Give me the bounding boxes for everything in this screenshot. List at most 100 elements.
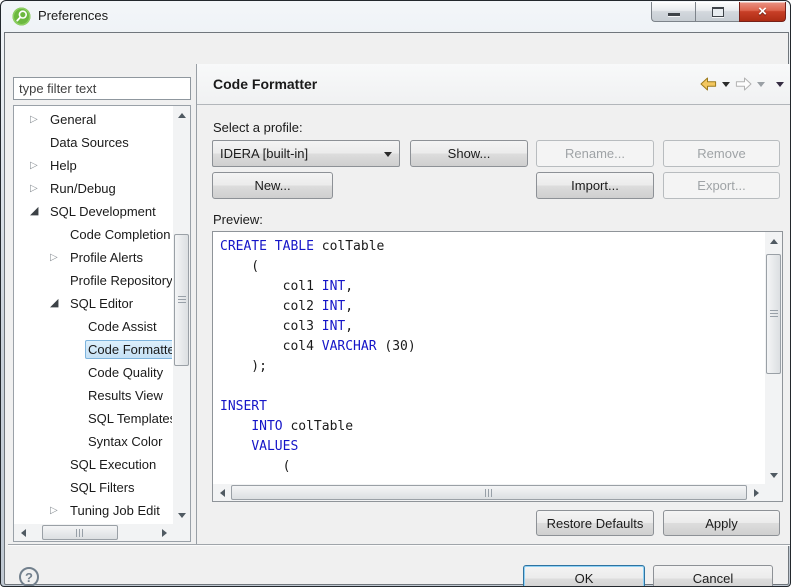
titlebar[interactable]: Preferences × xyxy=(1,1,790,32)
preview-vscroll-thumb[interactable] xyxy=(766,254,781,374)
tree-item-sql-execution[interactable]: SQL Execution xyxy=(15,453,172,476)
tree-vertical-scrollbar[interactable] xyxy=(173,106,190,524)
tree-item-code-assist[interactable]: Code Assist xyxy=(15,315,172,338)
apply-button[interactable]: Apply xyxy=(663,510,780,536)
scroll-right-button[interactable] xyxy=(156,524,173,541)
filter-input[interactable] xyxy=(13,77,191,100)
tree-item-code-quality[interactable]: Code Quality xyxy=(15,361,172,384)
right-arrow-icon xyxy=(754,489,763,497)
scrollbar-corner xyxy=(765,484,782,501)
right-arrow-icon xyxy=(162,529,171,537)
scroll-up-button[interactable] xyxy=(173,106,190,123)
profile-dropdown-value: IDERA [built-in] xyxy=(220,146,308,161)
tree-item-label: SQL Filters xyxy=(67,478,138,497)
back-button[interactable] xyxy=(700,77,717,91)
tree-item-run-debug[interactable]: ▷Run/Debug xyxy=(15,177,172,200)
tree-item-label: Code Assist xyxy=(85,317,160,336)
preview-horizontal-scrollbar[interactable] xyxy=(213,484,765,501)
grip-icon xyxy=(178,296,186,304)
tree-item-label: General xyxy=(47,110,99,129)
ok-button[interactable]: OK xyxy=(523,565,645,587)
tree-item-label: Results View xyxy=(85,386,166,405)
code-line: INTO colTable xyxy=(220,417,764,437)
collapsed-twistie-icon[interactable]: ▷ xyxy=(50,246,67,269)
code-line: ); xyxy=(220,357,764,377)
code-formatter-page: Code Formatter Select a profile: IDERA [… xyxy=(196,64,791,544)
down-arrow-icon xyxy=(178,513,186,522)
import-button[interactable]: Import... xyxy=(536,172,654,199)
code-line xyxy=(220,377,764,397)
window-title: Preferences xyxy=(38,8,108,23)
tree-horizontal-scrollbar[interactable] xyxy=(14,524,173,541)
view-menu-icon[interactable] xyxy=(776,82,784,91)
minimize-button[interactable] xyxy=(651,2,695,22)
tree-item-label: Code Completion xyxy=(67,225,172,244)
preferences-tree[interactable]: ▷GeneralData Sources▷Help▷Run/Debug◢SQL … xyxy=(13,105,191,542)
forward-history-dropdown-icon[interactable] xyxy=(757,82,765,91)
preview-vertical-scrollbar[interactable] xyxy=(765,232,782,484)
scroll-left-button[interactable] xyxy=(213,484,230,501)
tree-hscroll-thumb[interactable] xyxy=(42,525,118,540)
show-button[interactable]: Show... xyxy=(410,140,528,167)
expanded-twistie-icon[interactable]: ◢ xyxy=(30,200,47,223)
scroll-right-button[interactable] xyxy=(748,484,765,501)
tree-item-sql-templates[interactable]: SQL Templates xyxy=(15,407,172,430)
remove-button[interactable]: Remove xyxy=(663,140,780,167)
up-arrow-icon xyxy=(178,109,186,118)
restore-defaults-button[interactable]: Restore Defaults xyxy=(536,510,654,536)
tree-item-profile-alerts[interactable]: ▷Profile Alerts xyxy=(15,246,172,269)
left-arrow-icon xyxy=(216,489,225,497)
tree-item-label: Tuning Job Edit xyxy=(67,501,163,520)
help-icon: ? xyxy=(25,570,33,585)
preferences-app-icon xyxy=(12,7,31,26)
grip-icon xyxy=(770,310,778,318)
code-editor-content: CREATE TABLE colTable ( col1 INT, col2 I… xyxy=(214,233,764,483)
collapsed-twistie-icon[interactable]: ▷ xyxy=(30,177,47,200)
help-button[interactable]: ? xyxy=(19,567,39,587)
dialog-content: ▷GeneralData Sources▷Help▷Run/Debug◢SQL … xyxy=(4,32,789,585)
tree-item-tuning-job-edit[interactable]: ▷Tuning Job Edit xyxy=(15,499,172,522)
code-line: ( xyxy=(220,457,764,477)
profile-dropdown[interactable]: IDERA [built-in] xyxy=(212,140,400,167)
close-button[interactable]: × xyxy=(739,2,786,22)
expanded-twistie-icon[interactable]: ◢ xyxy=(50,292,67,315)
code-line: col1 INT, xyxy=(220,277,764,297)
new-button[interactable]: New... xyxy=(212,172,333,199)
tree-item-sql-development[interactable]: ◢SQL Development xyxy=(15,200,172,223)
cancel-button[interactable]: Cancel xyxy=(653,565,773,587)
scrollbar-corner xyxy=(173,524,190,541)
tree-vscroll-thumb[interactable] xyxy=(174,234,189,366)
tree-item-syntax-color[interactable]: Syntax Color xyxy=(15,430,172,453)
collapsed-twistie-icon[interactable]: ▷ xyxy=(30,154,47,177)
tree-item-code-completion[interactable]: Code Completion xyxy=(15,223,172,246)
maximize-button[interactable] xyxy=(695,2,739,22)
tree-item-general[interactable]: ▷General xyxy=(15,108,172,131)
tree-item-label: Help xyxy=(47,156,80,175)
scroll-down-button[interactable] xyxy=(765,467,782,484)
preview-hscroll-thumb[interactable] xyxy=(231,485,747,500)
code-preview[interactable]: CREATE TABLE colTable ( col1 INT, col2 I… xyxy=(212,231,783,502)
tree-item-label: Code Quality xyxy=(85,363,166,382)
tree-item-results-view[interactable]: Results View xyxy=(15,384,172,407)
collapsed-twistie-icon[interactable]: ▷ xyxy=(30,108,47,131)
page-title: Code Formatter xyxy=(213,76,317,92)
tree-item-label: Data Sources xyxy=(47,133,132,152)
collapsed-twistie-icon[interactable]: ▷ xyxy=(50,499,67,522)
scroll-up-button[interactable] xyxy=(765,232,782,249)
scroll-left-button[interactable] xyxy=(14,524,31,541)
maximize-icon xyxy=(712,7,724,17)
tree-item-data-sources[interactable]: Data Sources xyxy=(15,131,172,154)
code-line: INSERT xyxy=(220,397,764,417)
scroll-down-button[interactable] xyxy=(173,507,190,524)
back-history-dropdown-icon[interactable] xyxy=(722,82,730,91)
rename-button[interactable]: Rename... xyxy=(536,140,654,167)
tree-item-sql-editor[interactable]: ◢SQL Editor xyxy=(15,292,172,315)
export-button[interactable]: Export... xyxy=(663,172,780,199)
code-line: col3 INT, xyxy=(220,317,764,337)
forward-button[interactable] xyxy=(735,77,752,91)
tree-item-sql-filters[interactable]: SQL Filters xyxy=(15,476,172,499)
tree-item-help[interactable]: ▷Help xyxy=(15,154,172,177)
tree-item-profile-repository[interactable]: Profile Repository xyxy=(15,269,172,292)
tree-item-code-formatter[interactable]: Code Formatter xyxy=(15,338,172,361)
code-line: col4 VARCHAR (30) xyxy=(220,337,764,357)
